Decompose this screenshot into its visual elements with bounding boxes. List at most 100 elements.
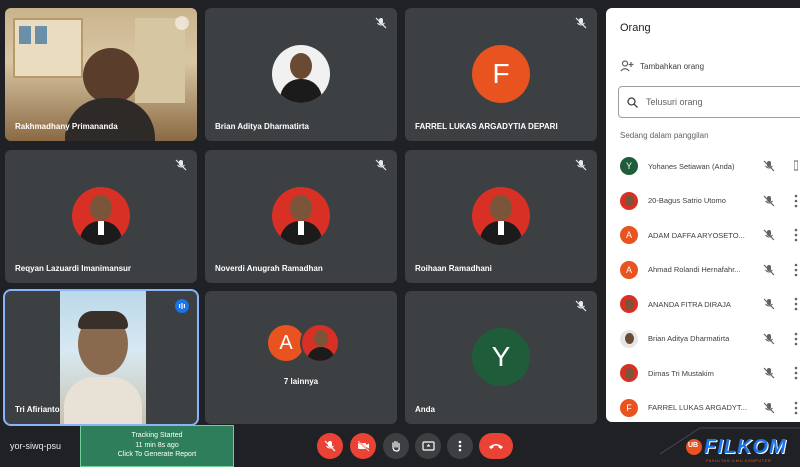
pin-icon[interactable] bbox=[794, 159, 798, 173]
camera-toggle-button[interactable] bbox=[350, 433, 376, 459]
participant-tile[interactable]: F FARREL LUKAS ARGADYTIA DEPARI bbox=[405, 8, 597, 141]
mic-off-icon[interactable] bbox=[763, 195, 775, 207]
list-item[interactable]: 20-Bagus Satrio Utomo bbox=[606, 184, 800, 219]
avatar bbox=[72, 187, 130, 245]
search-placeholder: Telusuri orang bbox=[646, 97, 703, 107]
video-feed bbox=[60, 291, 146, 424]
add-people-button[interactable]: Tambahkan orang bbox=[620, 60, 704, 72]
present-screen-button[interactable] bbox=[415, 433, 441, 459]
mic-off-icon bbox=[324, 440, 336, 452]
add-people-label: Tambahkan orang bbox=[640, 61, 705, 71]
section-label: Sedang dalam panggilan bbox=[620, 131, 709, 140]
participant-name: Ahmad Rolandi Hernafahr... bbox=[648, 265, 741, 275]
participant-name: Reqyan Lazuardi Imanimansur bbox=[15, 264, 132, 273]
avatar-letter: Y bbox=[625, 161, 632, 172]
mic-toggle-button[interactable] bbox=[317, 433, 343, 459]
list-item[interactable]: F FARREL LUKAS ARGADYT... bbox=[606, 391, 800, 423]
mic-off-icon[interactable] bbox=[763, 402, 775, 414]
avatar bbox=[300, 323, 340, 363]
avatar-letter: Y bbox=[491, 341, 511, 372]
avatar bbox=[472, 187, 530, 245]
generate-report-label: Click To Generate Report bbox=[117, 451, 197, 458]
mic-off-icon[interactable] bbox=[763, 367, 775, 379]
more-vert-icon[interactable] bbox=[794, 194, 798, 208]
mic-off-icon[interactable] bbox=[763, 264, 775, 276]
avatar bbox=[272, 187, 330, 245]
list-item[interactable]: A ADAM DAFFA ARYOSETO... bbox=[606, 218, 800, 253]
participant-name: ADAM DAFFA ARYOSETO... bbox=[648, 230, 745, 240]
avatar bbox=[620, 295, 638, 314]
participant-tile[interactable]: Rakhmadhany Primananda bbox=[5, 8, 197, 141]
add-person-icon bbox=[620, 60, 634, 72]
search-people-input[interactable]: Telusuri orang bbox=[618, 86, 800, 118]
audio-wave-icon bbox=[179, 303, 185, 309]
others-tile[interactable]: A 7 lainnya bbox=[205, 291, 397, 424]
meeting-code: yor-siwq-psu bbox=[10, 441, 62, 451]
leave-call-button[interactable] bbox=[479, 433, 513, 459]
more-vert-icon[interactable] bbox=[794, 366, 798, 380]
avatar-letter: A bbox=[625, 230, 632, 241]
mic-off-icon bbox=[575, 300, 587, 312]
participant-name: Brian Aditya Dharmatirta bbox=[648, 334, 730, 344]
avatar bbox=[620, 191, 638, 210]
hand-icon bbox=[392, 440, 400, 452]
more-vert-icon[interactable] bbox=[794, 401, 798, 415]
participant-tile[interactable]: Roihaan Ramadhani bbox=[405, 150, 597, 283]
more-vert-icon[interactable] bbox=[794, 228, 798, 242]
list-item[interactable]: ANANDA FITRA DIRAJA bbox=[606, 287, 800, 322]
more-vert-icon[interactable] bbox=[794, 332, 798, 346]
panel-title: Orang bbox=[620, 22, 651, 34]
mic-off-icon bbox=[175, 159, 187, 171]
mic-off-icon[interactable] bbox=[763, 160, 775, 172]
mic-off-icon[interactable] bbox=[763, 229, 775, 241]
hang-up-icon bbox=[489, 444, 503, 449]
tracking-status: Tracking Started bbox=[131, 432, 183, 439]
avatar: Y bbox=[472, 328, 530, 386]
search-icon bbox=[627, 96, 638, 108]
participant-name: Roihaan Ramadhani bbox=[415, 264, 492, 273]
avatar: A bbox=[620, 226, 638, 245]
pin-icon[interactable] bbox=[175, 16, 189, 30]
list-item[interactable]: Y Yohanes Setiawan (Anda) bbox=[606, 149, 800, 184]
list-item[interactable]: Brian Aditya Dharmatirta bbox=[606, 322, 800, 357]
logo-subtitle: FAKULTAS ILMU KOMPUTER bbox=[706, 458, 772, 463]
avatar-letter: A bbox=[279, 331, 293, 354]
others-count: 7 lainnya bbox=[283, 377, 319, 386]
present-icon bbox=[421, 440, 435, 451]
participant-name: 20-Bagus Satrio Utomo bbox=[648, 196, 726, 206]
avatar-letter: A bbox=[625, 264, 632, 275]
participant-tile[interactable]: Brian Aditya Dharmatirta bbox=[205, 8, 397, 141]
avatar-letter: F bbox=[492, 58, 510, 89]
more-options-button[interactable] bbox=[447, 433, 473, 459]
list-item[interactable]: A Ahmad Rolandi Hernafahr... bbox=[606, 253, 800, 288]
participant-name: Anda bbox=[415, 405, 435, 414]
participant-tile[interactable]: Reqyan Lazuardi Imanimansur bbox=[5, 150, 197, 283]
participant-name: FARREL LUKAS ARGADYTIA DEPARI bbox=[415, 122, 558, 131]
mic-off-icon bbox=[375, 159, 387, 171]
avatar: F bbox=[620, 398, 638, 417]
mic-off-icon[interactable] bbox=[763, 298, 775, 310]
participant-name: FARREL LUKAS ARGADYT... bbox=[648, 403, 747, 413]
more-vert-icon[interactable] bbox=[794, 263, 798, 277]
filkom-logo: UB FILKOM FAKULTAS ILMU KOMPUTER bbox=[659, 426, 800, 467]
mic-off-icon[interactable] bbox=[763, 333, 775, 345]
more-vert-icon[interactable] bbox=[794, 297, 798, 311]
participant-name: Rakhmadhany Primananda bbox=[15, 122, 118, 131]
participant-name: Brian Aditya Dharmatirta bbox=[215, 122, 309, 131]
more-vert-icon bbox=[458, 440, 462, 452]
participant-name: Tri Afirianto bbox=[15, 405, 60, 414]
participant-name: Dimas Tri Mustakim bbox=[648, 368, 714, 378]
tracking-report-button[interactable]: Tracking Started 11 min 8s ago Click To … bbox=[80, 425, 234, 467]
avatar bbox=[620, 364, 638, 383]
avatar bbox=[620, 329, 638, 348]
avatar: Y bbox=[620, 157, 638, 176]
participant-tile[interactable]: Noverdi Anugrah Ramadhan bbox=[205, 150, 397, 283]
participant-name: Noverdi Anugrah Ramadhan bbox=[215, 264, 323, 273]
tracking-elapsed: 11 min 8s ago bbox=[135, 441, 179, 449]
participant-name: Yohanes Setiawan (Anda) bbox=[648, 161, 735, 171]
mic-off-icon bbox=[575, 159, 587, 171]
self-tile[interactable]: Y Anda bbox=[405, 291, 597, 424]
participant-tile[interactable]: Tri Afirianto bbox=[3, 289, 199, 426]
list-item[interactable]: Dimas Tri Mustakim bbox=[606, 356, 800, 391]
raise-hand-button[interactable] bbox=[383, 433, 409, 459]
